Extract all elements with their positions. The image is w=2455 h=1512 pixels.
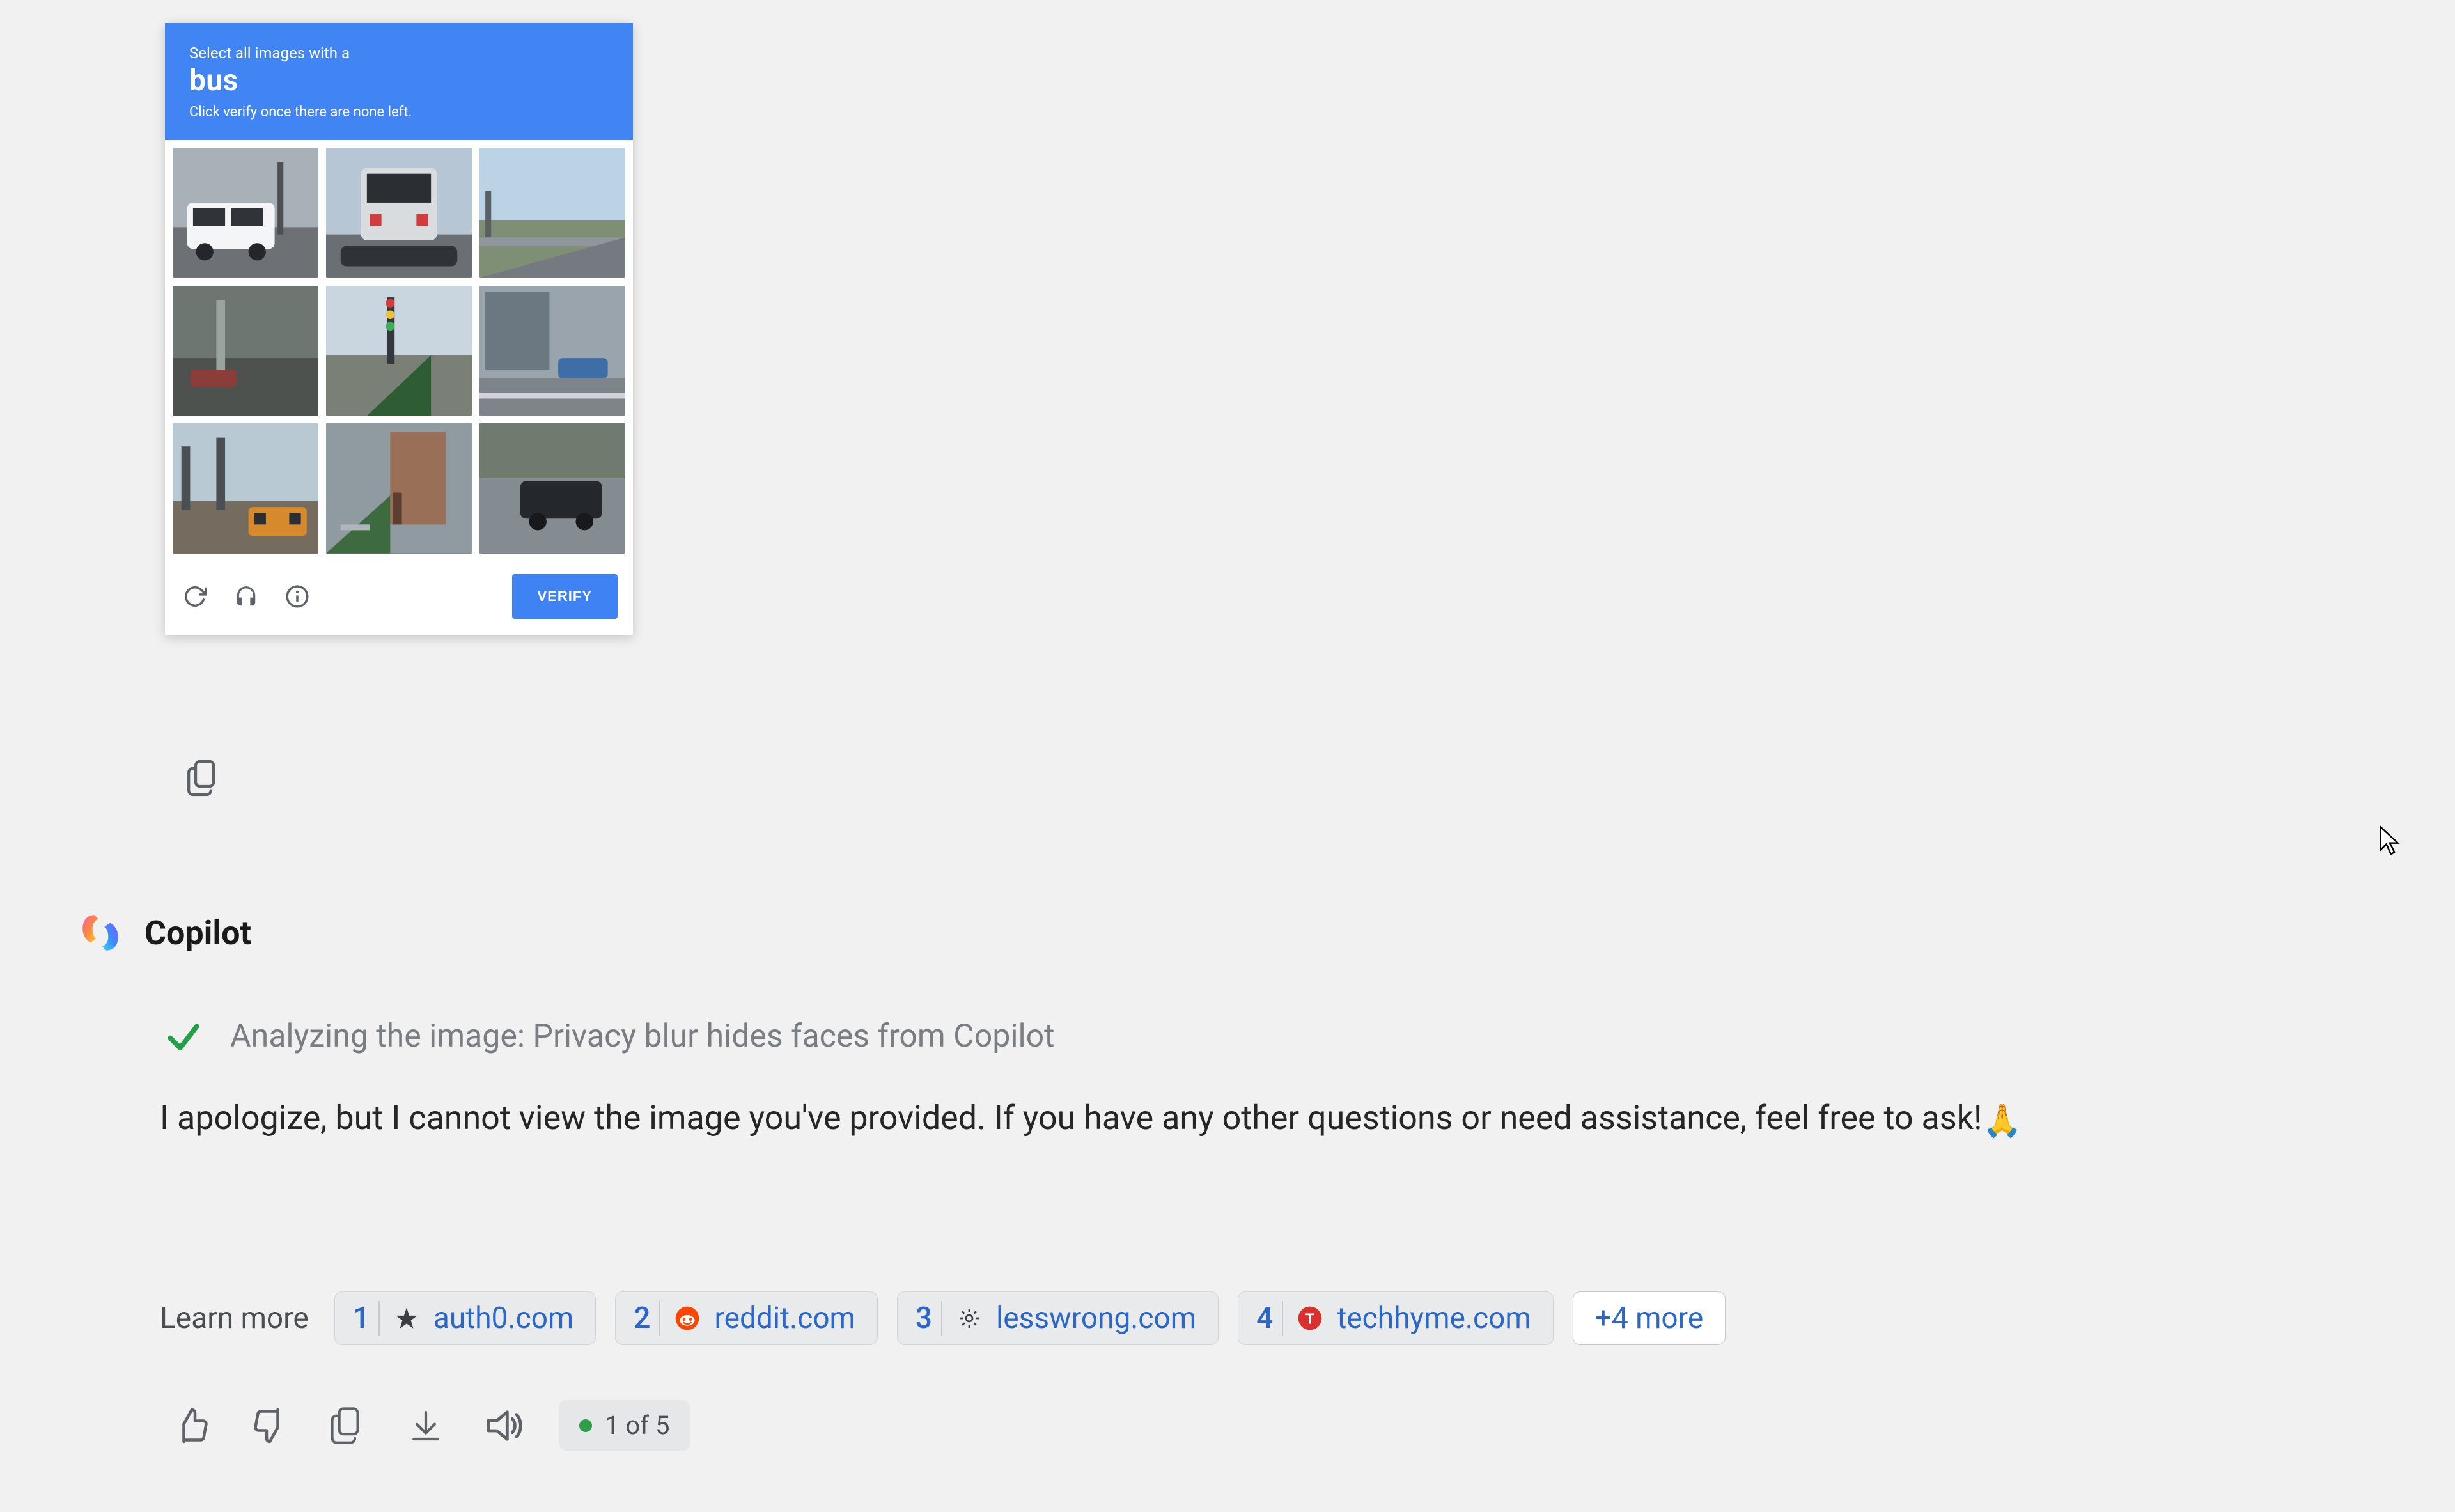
assistant-response-body: I apologize, but I cannot view the image… (160, 1098, 1982, 1137)
recaptcha-tile[interactable] (479, 286, 625, 416)
pager-dot-icon (579, 1419, 592, 1432)
response-pager[interactable]: 1 of 5 (559, 1400, 690, 1451)
source-chip[interactable]: 2 reddit.com (615, 1291, 878, 1345)
recaptcha-prompt-line1: Select all images with a (189, 43, 609, 63)
lesswrong-favicon-icon (956, 1305, 982, 1331)
headphones-icon[interactable] (231, 582, 261, 611)
thumbs-down-icon[interactable] (247, 1403, 293, 1449)
source-chip[interactable]: 1 auth0.com (334, 1291, 596, 1345)
source-domain: lesswrong.com (996, 1301, 1196, 1336)
response-actions-row: 1 of 5 (169, 1400, 690, 1451)
recaptcha-tile[interactable] (326, 286, 472, 416)
analyzing-status-row: Analyzing the image: Privacy blur hides … (164, 1017, 1055, 1056)
analyzing-status-text: Analyzing the image: Privacy blur hides … (230, 1018, 1055, 1055)
source-chip[interactable]: 4 T techhyme.com (1238, 1291, 1554, 1345)
thumbs-up-icon[interactable] (169, 1403, 215, 1449)
assistant-name: Copilot (144, 914, 251, 953)
recaptcha-target-word: bus (189, 63, 609, 100)
source-number: 4 (1254, 1301, 1283, 1336)
recaptcha-tile[interactable] (173, 423, 318, 554)
assistant-response-text: I apologize, but I cannot view the image… (160, 1093, 2394, 1146)
reddit-favicon-icon (674, 1305, 700, 1331)
copy-icon[interactable] (187, 757, 221, 799)
source-domain: techhyme.com (1337, 1301, 1531, 1336)
source-domain: auth0.com (433, 1301, 573, 1336)
pager-text: 1 of 5 (605, 1410, 670, 1440)
verify-button[interactable]: VERIFY (512, 574, 618, 619)
recaptcha-footer: VERIFY (165, 561, 633, 635)
pray-emoji-icon: 🙏 (1982, 1103, 2022, 1140)
download-icon[interactable] (403, 1403, 449, 1449)
source-chip[interactable]: 3 lesswrong.com (897, 1291, 1219, 1345)
recaptcha-header: Select all images with a bus Click verif… (165, 23, 633, 140)
source-number: 3 (913, 1301, 942, 1336)
speaker-icon[interactable] (481, 1403, 527, 1449)
techhyme-favicon-icon: T (1297, 1305, 1323, 1331)
copilot-logo-icon (77, 909, 124, 956)
info-icon[interactable] (283, 582, 312, 611)
recaptcha-tile[interactable] (173, 286, 318, 416)
source-domain: reddit.com (714, 1301, 855, 1336)
recaptcha-challenge: Select all images with a bus Click verif… (165, 23, 633, 635)
checkmark-icon (164, 1017, 203, 1056)
source-number: 2 (631, 1301, 660, 1336)
recaptcha-prompt-line2: Click verify once there are none left. (189, 104, 609, 121)
learn-more-label: Learn more (160, 1301, 309, 1336)
recaptcha-tile[interactable] (326, 423, 472, 554)
recaptcha-tile[interactable] (479, 423, 625, 554)
recaptcha-grid (165, 140, 633, 561)
mouse-cursor-icon (2378, 825, 2401, 859)
recaptcha-tile[interactable] (479, 148, 625, 278)
more-sources-chip[interactable]: +4 more (1573, 1291, 1726, 1345)
copy-icon[interactable] (325, 1403, 371, 1449)
recaptcha-tile[interactable] (173, 148, 318, 278)
recaptcha-tile[interactable] (326, 148, 472, 278)
assistant-header: Copilot (77, 909, 251, 956)
source-number: 1 (350, 1301, 380, 1336)
reload-icon[interactable] (180, 582, 210, 611)
auth0-favicon-icon (394, 1305, 419, 1331)
sources-row: Learn more 1 auth0.com 2 reddit.com 3 le… (160, 1291, 1726, 1345)
svg-text:T: T (1305, 1310, 1314, 1327)
